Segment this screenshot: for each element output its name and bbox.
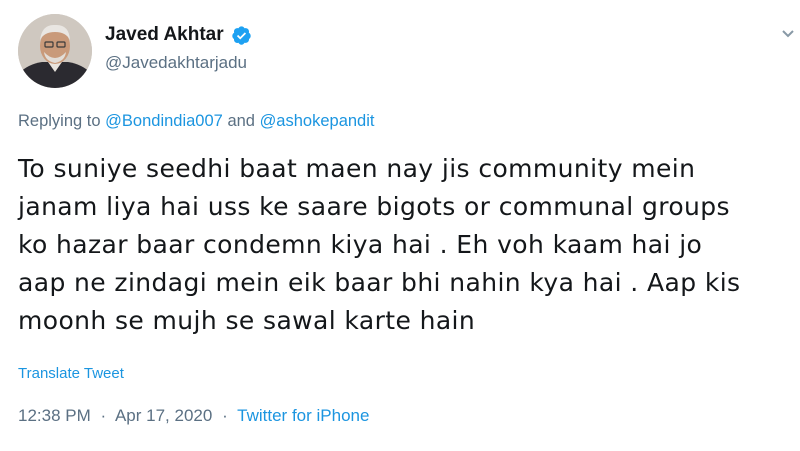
user-handle[interactable]: @Javedakhtarjadu [105,53,247,73]
mention-link-1[interactable]: @Bondindia007 [105,112,223,130]
translate-tweet-link[interactable]: Translate Tweet [18,365,124,382]
name-row: Javed Akhtar [105,24,252,46]
display-name[interactable]: Javed Akhtar [105,24,224,46]
tweet-line: janam liya hai uss ke saare bigots or co… [18,192,730,221]
tweet-line: ko hazar baar condemn kiya hai . Eh voh … [18,230,703,259]
replying-to: Replying to @Bondindia007 and @ashokepan… [18,112,374,131]
replying-conjunction: and [227,112,255,130]
tweet-date[interactable]: Apr 17, 2020 [115,406,212,425]
tweet-card: Javed Akhtar @Javedakhtarjadu Replying t… [0,0,800,451]
tweet-text: To suniye seedhi baat maen nay jis commu… [18,150,798,340]
avatar[interactable] [18,14,92,88]
tweet-line: moonh se mujh se sawal karte hain [18,306,476,335]
meta-separator: · [222,406,228,425]
tweet-line: To suniye seedhi baat maen nay jis commu… [18,154,696,183]
tweet-source-link[interactable]: Twitter for iPhone [237,406,369,425]
verified-badge-icon [231,25,252,46]
replying-prefix: Replying to [18,112,101,130]
mention-link-2[interactable]: @ashokepandit [260,112,375,130]
tweet-time[interactable]: 12:38 PM [18,406,91,425]
chevron-down-icon[interactable] [780,22,796,52]
meta-separator: · [100,406,107,425]
tweet-line: aap ne zindagi mein eik baar bhi nahin k… [18,268,741,297]
tweet-metadata: 12:38 PM · Apr 17, 2020 · Twitter for iP… [18,406,369,426]
